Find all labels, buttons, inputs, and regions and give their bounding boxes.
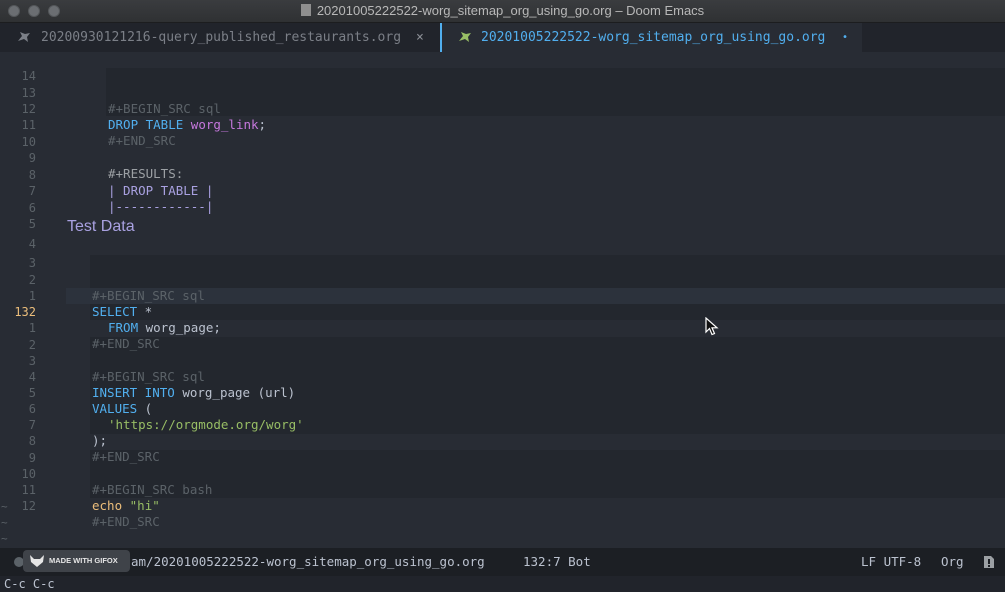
code-line: 2 bbox=[0, 321, 1005, 352]
code-line: 5 VALUES ( bbox=[0, 369, 1005, 416]
code-line: 3 #+BEGIN_SRC sql bbox=[0, 337, 1005, 384]
unicorn-icon bbox=[459, 32, 471, 42]
tab-bar: 20200930121216-query_published_restauran… bbox=[0, 23, 1005, 52]
org-heading: Test Data bbox=[67, 218, 135, 235]
code-line: 5 bbox=[0, 200, 1005, 231]
code-line: 4 INSERT INTO worg_page (url) bbox=[0, 353, 1005, 400]
code-line: 12 #+END_SRC bbox=[0, 482, 1005, 529]
code-line: 2 #+BEGIN_SRC sql bbox=[0, 256, 1005, 303]
document-icon bbox=[300, 4, 311, 16]
string-literal: "hi" bbox=[129, 498, 160, 513]
echo-area-text: C-c C-c bbox=[4, 577, 55, 591]
src-end: #+END_SRC bbox=[92, 514, 160, 529]
code-line: 11 #+END_SRC bbox=[0, 101, 1005, 148]
fringe-tilde: ~ bbox=[1, 532, 8, 545]
tab-worg-sitemap[interactable]: 20201005222522-worg_sitemap_org_using_go… bbox=[440, 23, 862, 52]
editor-buffer[interactable]: 14 13 #+BEGIN_SRC sql 12 DROP TABLE worg… bbox=[0, 52, 1005, 548]
code-line: 7 |------------| bbox=[0, 167, 1005, 214]
mode-line: am/20201005222522-worg_sitemap_org_using… bbox=[0, 548, 1005, 576]
tab-label: 20200930121216-query_published_restauran… bbox=[41, 30, 402, 45]
cursor-position: 132:7 Bot bbox=[523, 554, 591, 569]
builtin-command: echo bbox=[92, 498, 123, 513]
fox-logo-icon bbox=[30, 555, 44, 567]
code-line-current: 132 FROM worg_page; bbox=[0, 288, 1005, 335]
code-line: 11 echo "hi" bbox=[0, 466, 1005, 513]
code-line: 1 SELECT * bbox=[0, 272, 1005, 319]
code-line: 4 Test Data bbox=[0, 218, 1005, 252]
code-line: 13 #+BEGIN_SRC sql bbox=[0, 69, 1005, 116]
unicorn-icon bbox=[18, 32, 30, 42]
fringe-tilde: ~ bbox=[1, 516, 8, 529]
code-line: 6 'https://orgmode.org/worg' bbox=[0, 385, 1005, 432]
code-line: 9 bbox=[0, 434, 1005, 465]
close-tab-icon[interactable]: × bbox=[416, 23, 424, 52]
window-title: 20201005222522-worg_sitemap_org_using_go… bbox=[0, 0, 1005, 22]
code-line: 7 ); bbox=[0, 401, 1005, 448]
modified-indicator: • bbox=[842, 32, 849, 43]
watermark-text: MADE WITH GIFOX bbox=[49, 556, 118, 565]
gifox-watermark: MADE WITH GIFOX bbox=[23, 550, 130, 572]
mouse-pointer-icon bbox=[705, 317, 719, 336]
code-line: 8 | DROP TABLE | bbox=[0, 151, 1005, 198]
fringe-tilde: ~ bbox=[1, 500, 8, 513]
tab-label: 20201005222522-worg_sitemap_org_using_go… bbox=[481, 30, 826, 45]
file-encoding[interactable]: LF UTF-8 bbox=[861, 548, 921, 576]
minibuffer[interactable]: C-c C-c bbox=[0, 576, 1005, 592]
code-line: 14 bbox=[0, 52, 1005, 83]
window-titlebar: 20201005222522-worg_sitemap_org_using_go… bbox=[0, 0, 1005, 23]
code-line: 8 #+END_SRC bbox=[0, 417, 1005, 464]
file-info-icon bbox=[984, 556, 994, 568]
code-line: 3 bbox=[0, 239, 1005, 270]
buffer-path: am/20201005222522-worg_sitemap_org_using… bbox=[131, 554, 485, 569]
major-mode[interactable]: Org bbox=[941, 548, 964, 576]
code-line: 6 bbox=[0, 184, 1005, 215]
code-line: 9 #+RESULTS: bbox=[0, 134, 1005, 181]
code-line: 10 bbox=[0, 118, 1005, 149]
code-line: 1 #+END_SRC bbox=[0, 304, 1005, 351]
tab-query-published-restaurants[interactable]: 20200930121216-query_published_restauran… bbox=[0, 23, 438, 52]
code-line: 12 DROP TABLE worg_link; bbox=[0, 85, 1005, 132]
code-line: 10 #+BEGIN_SRC bash bbox=[0, 450, 1005, 497]
